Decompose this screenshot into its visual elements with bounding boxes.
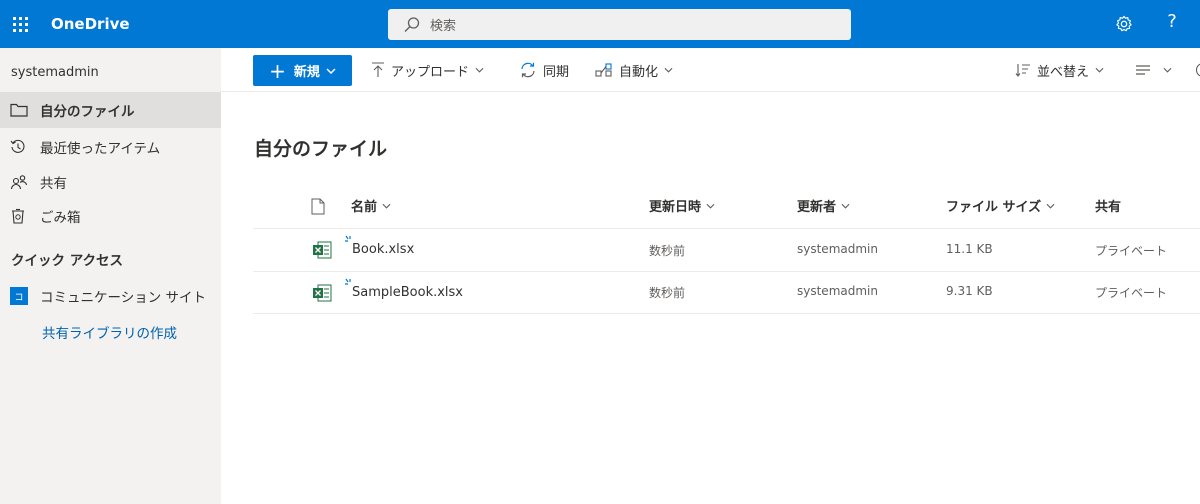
plus-icon: + — [269, 58, 286, 83]
row-divider — [253, 313, 1200, 314]
upload-label: アップロード — [391, 64, 470, 80]
sort-button[interactable]: 並べ替え — [1015, 59, 1110, 81]
size-cell: 9.31 KB — [946, 284, 993, 298]
modified-by-cell[interactable]: systemadmin — [797, 284, 878, 298]
modified-by-cell[interactable]: systemadmin — [797, 242, 878, 256]
list-view-icon — [1136, 65, 1150, 75]
info-button[interactable] — [1195, 59, 1200, 81]
row-divider — [253, 228, 1200, 229]
suite-bar: OneDrive 検索 ? — [0, 0, 1200, 48]
quick-access-title: クイック アクセス — [11, 253, 124, 269]
new-button[interactable]: + 新規 — [253, 55, 352, 86]
search-input[interactable]: 検索 — [430, 15, 456, 34]
column-header-modified-label: 更新日時 — [649, 200, 702, 215]
nav-item-communication-site[interactable]: コ コミュニケーション サイト — [0, 278, 221, 314]
column-header-modified-by[interactable]: 更新者 — [797, 196, 850, 215]
gear-icon — [1116, 15, 1132, 32]
modified-cell: 数秒前 — [649, 286, 686, 300]
automate-button[interactable]: 自動化 — [595, 59, 679, 81]
automate-icon — [595, 63, 612, 77]
column-header-sharing[interactable]: 共有 — [1095, 196, 1121, 215]
search-box[interactable]: 検索 — [388, 9, 851, 40]
nav-item-my-files[interactable]: 自分のファイル — [0, 92, 221, 128]
create-shared-library-link[interactable]: 共有ライブラリの作成 — [42, 322, 177, 342]
nav-item-label: コミュニケーション サイト — [40, 290, 207, 306]
sort-label: 並べ替え — [1037, 64, 1090, 80]
column-header-name-label: 名前 — [351, 200, 378, 215]
chevron-down-icon — [1095, 67, 1104, 73]
column-header-name[interactable]: 名前 — [351, 196, 391, 215]
people-icon — [0, 174, 40, 190]
site-icon-wrapper: コ — [0, 287, 40, 305]
info-icon — [1195, 63, 1200, 77]
excel-file-icon — [313, 284, 332, 302]
new-button-label: 新規 — [293, 65, 320, 80]
chevron-down-icon — [664, 67, 673, 73]
nav-item-shared[interactable]: 共有 — [0, 164, 221, 200]
nav-item-recycle-bin[interactable]: ごみ箱 — [0, 198, 221, 234]
nav-item-label: 共有 — [40, 176, 67, 192]
chevron-down-icon — [1163, 67, 1172, 73]
sync-label: 同期 — [543, 64, 570, 80]
column-header-sharing-label: 共有 — [1095, 200, 1122, 215]
modified-cell: 数秒前 — [649, 244, 686, 258]
chevron-down-icon — [475, 67, 484, 73]
sharing-cell: プライベート — [1095, 244, 1168, 258]
recycle-bin-icon — [0, 208, 40, 224]
file-type-column-header[interactable] — [311, 198, 325, 215]
sort-icon — [1015, 64, 1030, 77]
history-icon — [0, 139, 40, 155]
app-launcher-button[interactable] — [0, 0, 40, 48]
chevron-down-icon — [706, 203, 715, 209]
site-icon: コ — [10, 287, 28, 305]
app-name-link[interactable]: OneDrive — [51, 15, 130, 33]
file-name-link[interactable]: SampleBook.xlsx — [352, 285, 463, 300]
folder-icon — [0, 103, 40, 117]
excel-file-icon — [313, 241, 332, 259]
left-nav: systemadmin 自分のファイル 最近使ったアイテム 共有 ごみ箱 クイッ… — [0, 48, 221, 504]
file-icon — [311, 198, 325, 215]
nav-item-label: ごみ箱 — [40, 210, 81, 226]
user-name: systemadmin — [11, 65, 99, 80]
settings-button[interactable] — [1112, 12, 1136, 36]
column-header-modified-by-label: 更新者 — [797, 200, 837, 215]
view-options-button[interactable] — [1135, 59, 1178, 81]
automate-label: 自動化 — [619, 64, 659, 80]
help-button[interactable]: ? — [1160, 11, 1184, 37]
search-icon — [404, 16, 420, 32]
sync-icon — [521, 62, 535, 78]
file-name-link[interactable]: Book.xlsx — [352, 242, 414, 257]
row-divider — [253, 271, 1200, 272]
nav-item-label: 自分のファイル — [40, 104, 135, 120]
chevron-down-icon — [382, 203, 391, 209]
nav-item-label: 最近使ったアイテム — [40, 141, 161, 157]
nav-item-recent[interactable]: 最近使ったアイテム — [0, 129, 221, 165]
chevron-down-icon — [841, 203, 850, 209]
chevron-down-icon — [326, 67, 336, 74]
size-cell: 11.1 KB — [946, 242, 993, 256]
page-title: 自分のファイル — [254, 138, 388, 160]
column-header-modified[interactable]: 更新日時 — [649, 196, 715, 215]
command-bar: + 新規 アップロード 同期 自動化 並べ替え — [221, 48, 1200, 92]
column-header-size[interactable]: ファイル サイズ — [946, 196, 1055, 215]
sharing-cell: プライベート — [1095, 286, 1168, 300]
waffle-icon — [12, 16, 28, 32]
column-header-size-label: ファイル サイズ — [946, 200, 1042, 215]
sync-button[interactable]: 同期 — [519, 59, 569, 81]
upload-icon — [372, 62, 384, 77]
chevron-down-icon — [1046, 203, 1055, 209]
upload-button[interactable]: アップロード — [371, 59, 490, 81]
